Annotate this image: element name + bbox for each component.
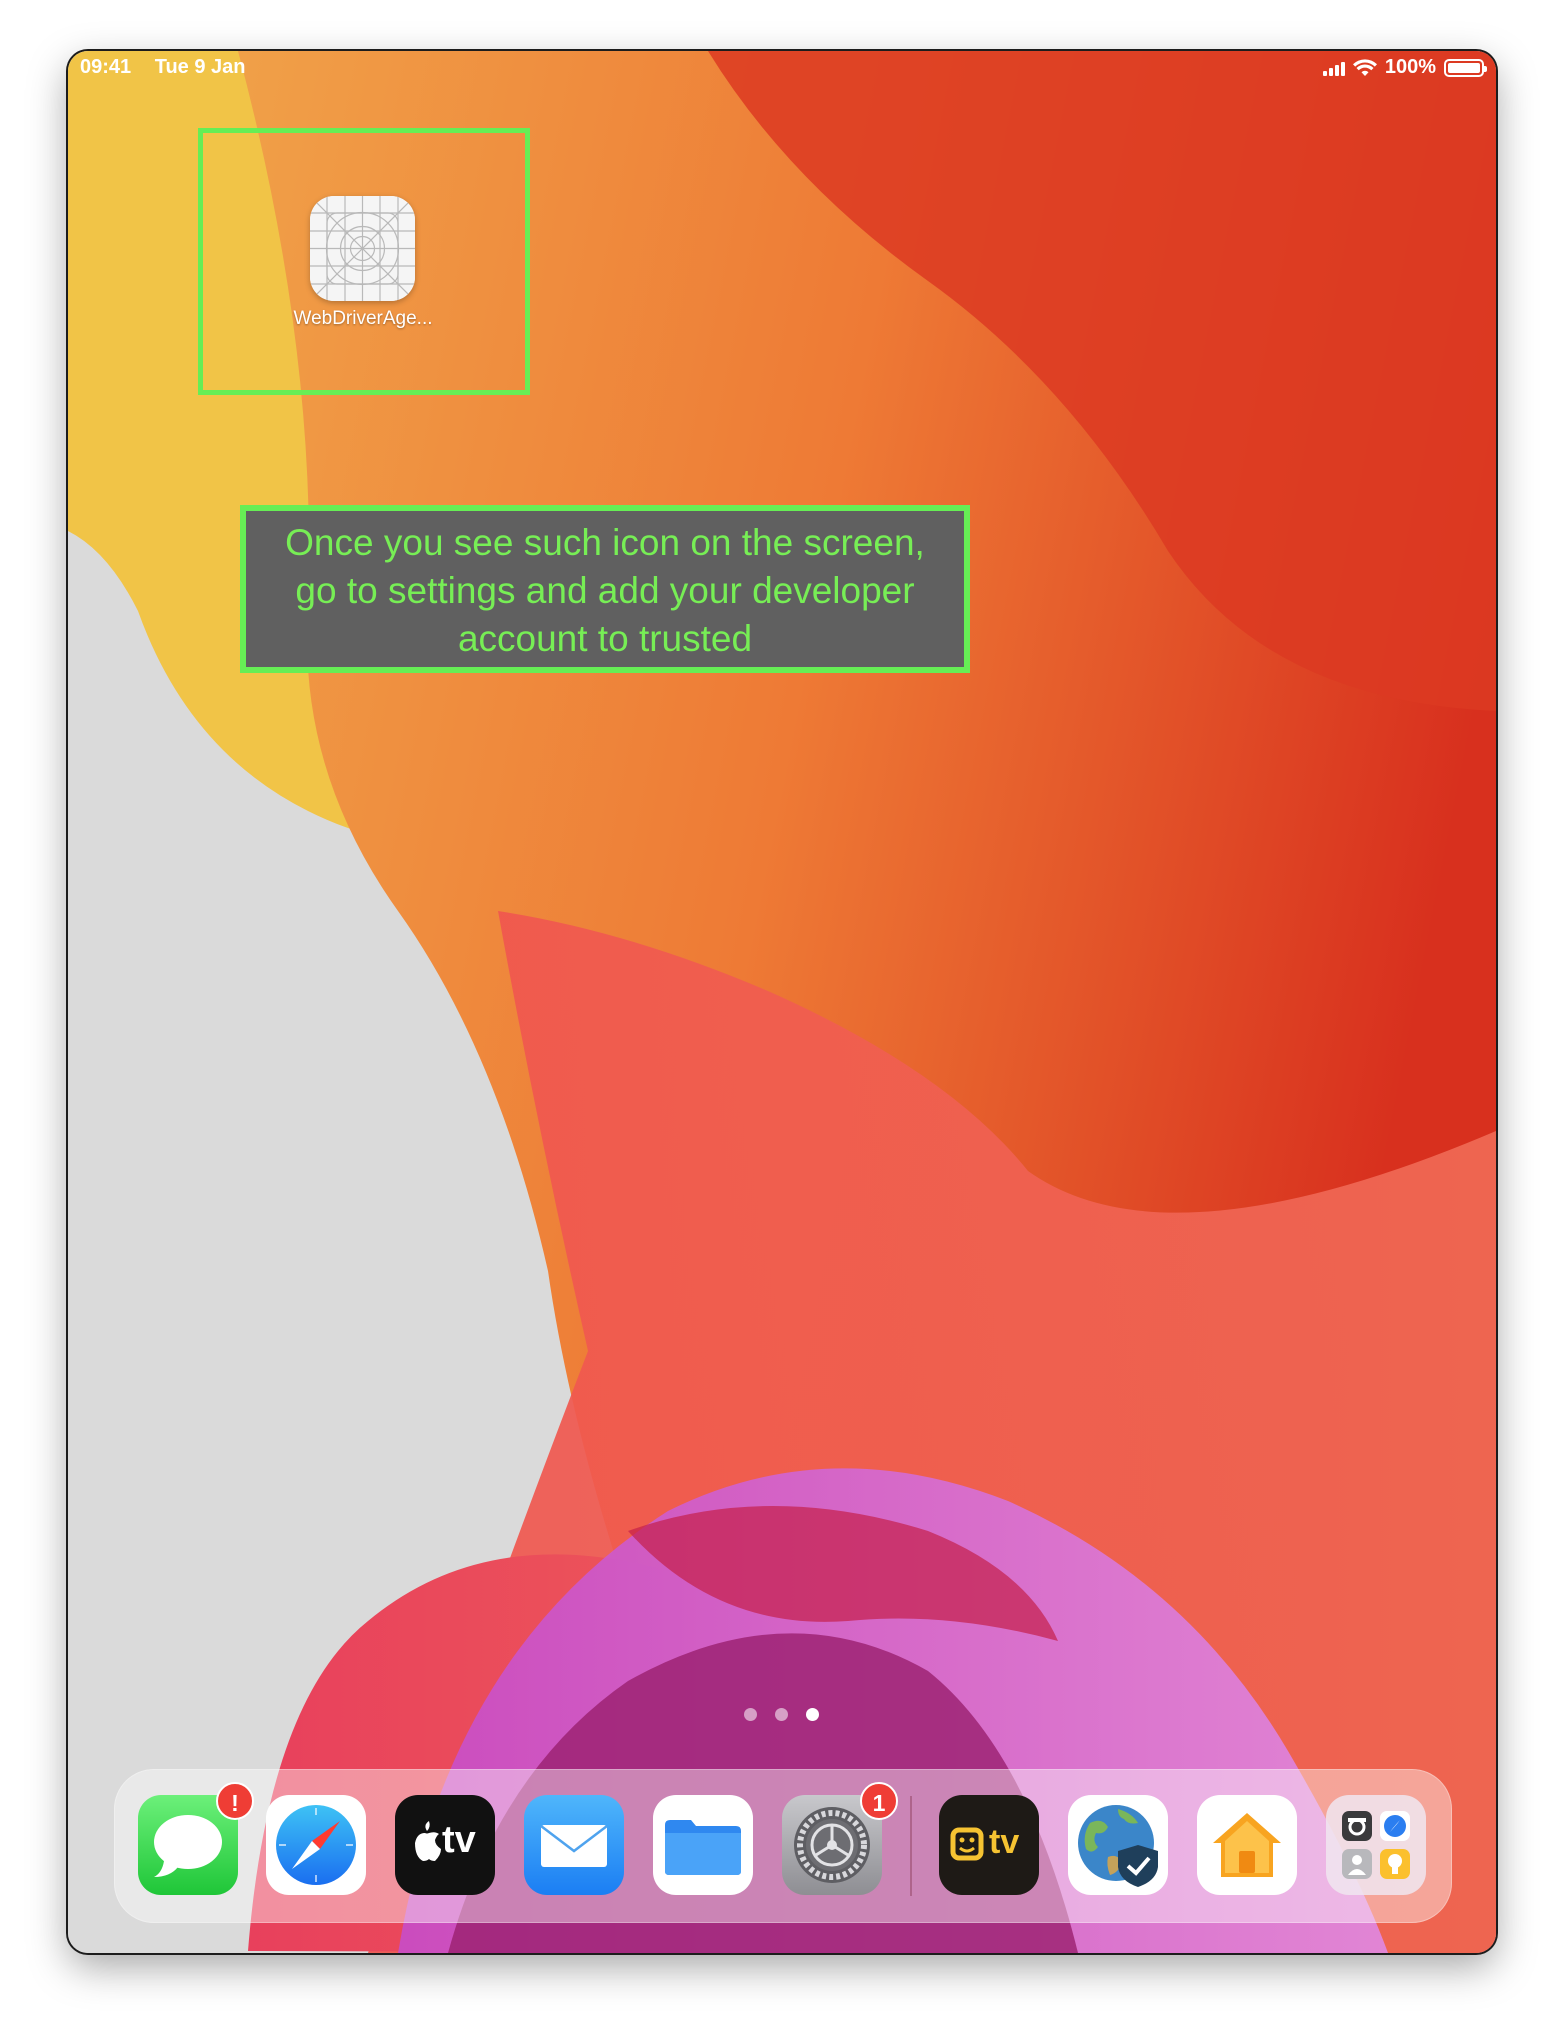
safari-graphic xyxy=(266,1795,366,1895)
app-folder-icon[interactable] xyxy=(1326,1795,1426,1895)
battery-icon xyxy=(1444,58,1487,77)
settings-badge: 1 xyxy=(860,1782,898,1820)
wifi-icon xyxy=(1352,58,1377,76)
page-indicator[interactable] xyxy=(744,1708,819,1721)
callout-line-3: account to trusted xyxy=(457,618,753,659)
status-date: Tue 9 Jan xyxy=(154,56,246,78)
files-icon[interactable] xyxy=(653,1795,753,1895)
safari-icon[interactable] xyxy=(266,1795,366,1895)
home-icon[interactable] xyxy=(1197,1795,1297,1895)
ipad-screen: 09:41 Tue 9 Jan 100% WebDriverAge... Onc… xyxy=(68,51,1496,1953)
home-graphic xyxy=(1197,1795,1297,1895)
app-label: WebDriverAge... xyxy=(293,308,433,329)
battery-level xyxy=(1448,62,1480,73)
callout-line-2: go to settings and add your developer xyxy=(295,570,915,611)
status-time: 09:41 xyxy=(80,56,132,78)
apple-tv-icon[interactable]: tv xyxy=(395,1795,495,1895)
tv-app-icon[interactable]: tv xyxy=(939,1795,1039,1895)
blank-app-grid-icon[interactable] xyxy=(310,196,415,301)
page-dot-3[interactable] xyxy=(806,1708,819,1721)
status-right: 100% xyxy=(1322,56,1487,79)
mail-icon[interactable] xyxy=(524,1795,624,1895)
tv-app-text: tv xyxy=(989,1823,1020,1861)
mail-graphic xyxy=(524,1795,624,1895)
instruction-callout: Once you see such icon on the screen, go… xyxy=(240,505,970,673)
cellular-signal-icon xyxy=(1322,60,1345,76)
dock-divider xyxy=(910,1796,912,1896)
apple-tv-text: tv xyxy=(442,1819,476,1861)
page-dot-2[interactable] xyxy=(775,1708,788,1721)
messages-badge: ! xyxy=(216,1782,254,1820)
page-dot-1[interactable] xyxy=(744,1708,757,1721)
globe-vpn-graphic xyxy=(1068,1795,1168,1895)
files-graphic xyxy=(653,1795,753,1895)
status-left: 09:41 Tue 9 Jan xyxy=(80,56,264,79)
app-folder-graphic xyxy=(1326,1795,1426,1895)
app-grid-graphic xyxy=(310,196,415,301)
callout-line-1: Once you see such icon on the screen, xyxy=(285,522,925,563)
battery-percent: 100% xyxy=(1384,56,1436,78)
globe-vpn-icon[interactable] xyxy=(1068,1795,1168,1895)
status-bar: 09:41 Tue 9 Jan 100% xyxy=(68,51,1496,87)
